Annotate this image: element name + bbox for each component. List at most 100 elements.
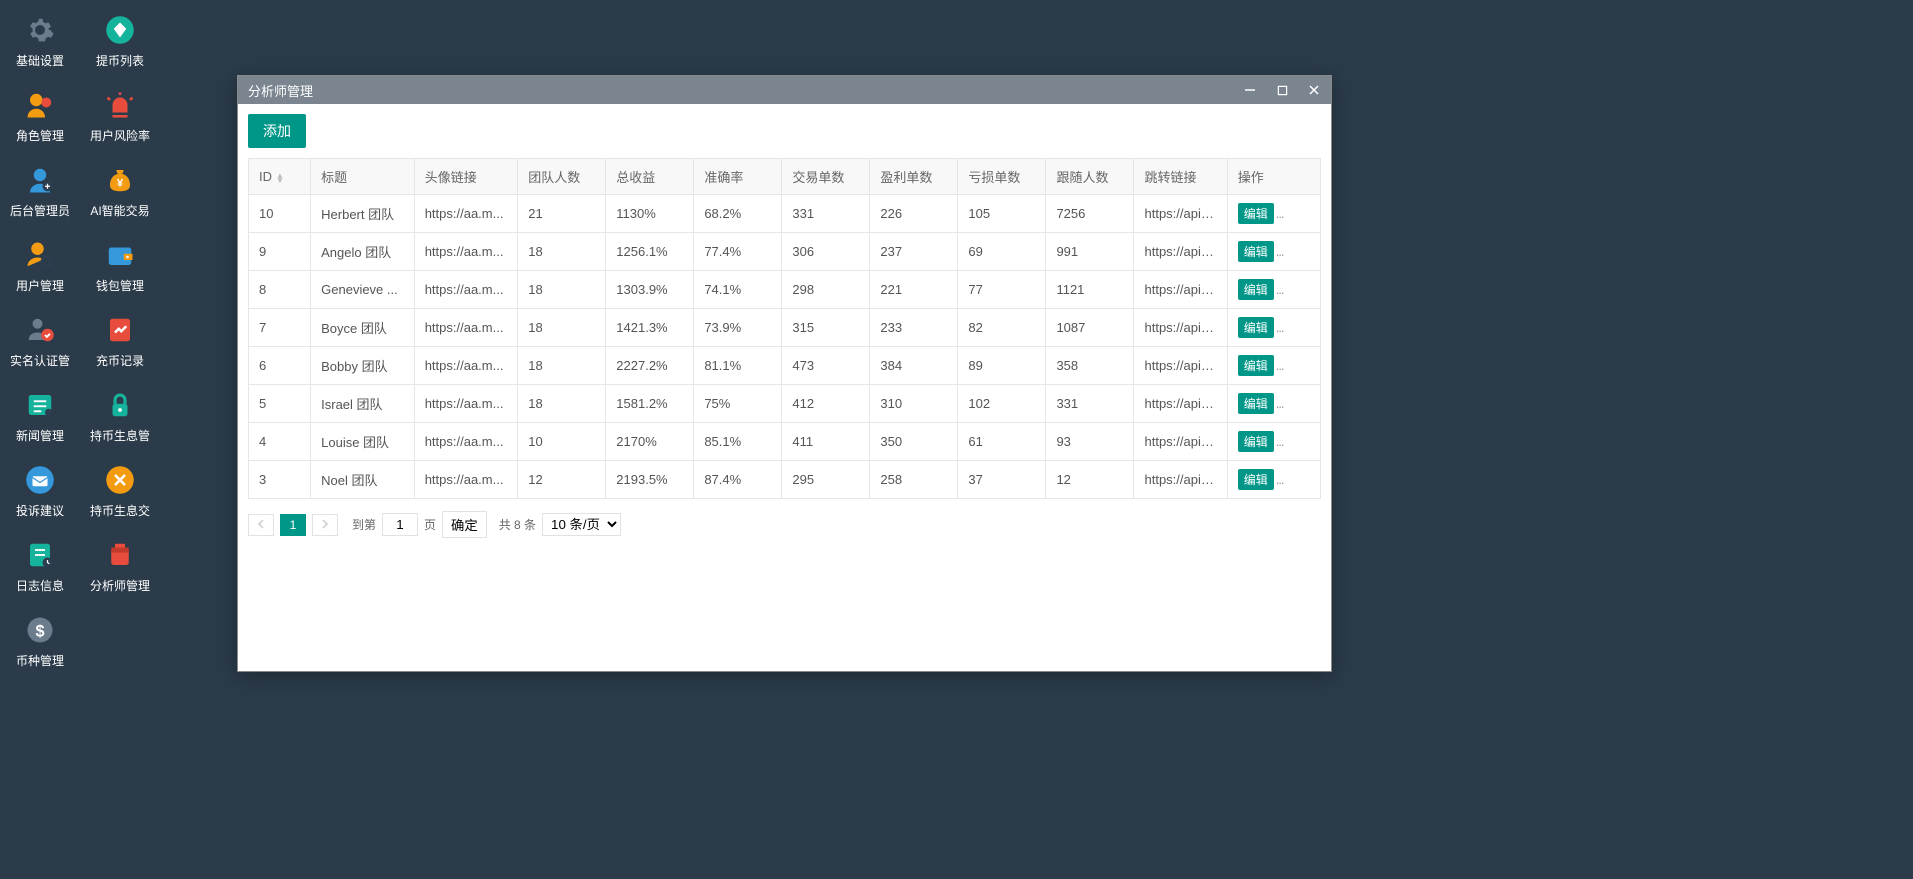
minimize-icon[interactable] [1243, 83, 1257, 97]
prev-page-button[interactable] [248, 514, 274, 536]
table-cell: Noel 团队 [311, 461, 415, 499]
table-cell: https://api.w... [1134, 195, 1227, 233]
sidebar-item-label: 角色管理 [16, 127, 64, 144]
sidebar-item-4[interactable]: 后台管理员 [0, 160, 80, 223]
column-header: 跟随人数 [1046, 159, 1134, 195]
admin-icon [24, 164, 56, 196]
sidebar: 基础设置提币列表角色管理用户风险率后台管理员¥AI智能交易用户管理钱包管理实名认… [0, 0, 160, 683]
add-button[interactable]: 添加 [248, 114, 306, 148]
table-cell: 89 [958, 347, 1046, 385]
sidebar-item-6[interactable]: 用户管理 [0, 235, 80, 298]
window-body: 添加 ID▲▼标题头像链接团队人数总收益准确率交易单数盈利单数亏损单数跟随人数跳… [238, 104, 1331, 671]
sidebar-item-2[interactable]: 角色管理 [0, 85, 80, 148]
table-cell: 7256 [1046, 195, 1134, 233]
table-cell: https://api.w... [1134, 423, 1227, 461]
sort-icon[interactable]: ▲▼ [276, 173, 284, 183]
edit-button[interactable]: 编辑 [1238, 241, 1274, 262]
sidebar-item-9[interactable]: 充币记录 [80, 310, 160, 373]
table-cell: 69 [958, 233, 1046, 271]
per-page-select[interactable]: 10 条/页 [542, 513, 621, 536]
edit-button[interactable]: 编辑 [1238, 393, 1274, 414]
sidebar-item-13[interactable]: 持币生息交 [80, 460, 160, 523]
more-actions-icon[interactable]: ... [1276, 358, 1284, 373]
table-cell: 74.1% [694, 271, 782, 309]
column-header: 标题 [311, 159, 415, 195]
edit-button[interactable]: 编辑 [1238, 279, 1274, 300]
action-cell: 编辑... [1227, 233, 1320, 271]
more-actions-icon[interactable]: ... [1276, 282, 1284, 297]
table-cell: 331 [782, 195, 870, 233]
table-cell: 10 [249, 195, 311, 233]
table-cell: 81.1% [694, 347, 782, 385]
sidebar-item-11[interactable]: 持币生息管 [80, 385, 160, 448]
table-header-row: ID▲▼标题头像链接团队人数总收益准确率交易单数盈利单数亏损单数跟随人数跳转链接… [249, 159, 1321, 195]
more-actions-icon[interactable]: ... [1276, 472, 1284, 487]
table-cell: 3 [249, 461, 311, 499]
sidebar-item-8[interactable]: 实名认证管 [0, 310, 80, 373]
goto-confirm-button[interactable]: 确定 [442, 511, 487, 538]
sidebar-item-12[interactable]: 投诉建议 [0, 460, 80, 523]
table-cell: https://aa.m... [414, 233, 518, 271]
page-1-button[interactable]: 1 [280, 514, 306, 536]
more-actions-icon[interactable]: ... [1276, 434, 1284, 449]
edit-button[interactable]: 编辑 [1238, 317, 1274, 338]
gear-icon [24, 14, 56, 46]
table-cell: Louise 团队 [311, 423, 415, 461]
action-cell: 编辑... [1227, 385, 1320, 423]
table-cell: 21 [518, 195, 606, 233]
table-cell: 75% [694, 385, 782, 423]
analyst-table: ID▲▼标题头像链接团队人数总收益准确率交易单数盈利单数亏损单数跟随人数跳转链接… [248, 158, 1321, 499]
coin-icon: $ [24, 614, 56, 646]
sidebar-item-1[interactable]: 提币列表 [80, 10, 160, 73]
table-cell: 18 [518, 309, 606, 347]
edit-button[interactable]: 编辑 [1238, 431, 1274, 452]
more-actions-icon[interactable]: ... [1276, 320, 1284, 335]
table-cell: 87.4% [694, 461, 782, 499]
table-cell: Bobby 团队 [311, 347, 415, 385]
sidebar-item-5[interactable]: ¥AI智能交易 [80, 160, 160, 223]
more-actions-icon[interactable]: ... [1276, 206, 1284, 221]
action-cell: 编辑... [1227, 423, 1320, 461]
sidebar-item-0[interactable]: 基础设置 [0, 10, 80, 73]
money-bag-icon: ¥ [104, 164, 136, 196]
edit-button[interactable]: 编辑 [1238, 355, 1274, 376]
table-row: 9Angelo 团队https://aa.m...181256.1%77.4%3… [249, 233, 1321, 271]
table-row: 10Herbert 团队https://aa.m...211130%68.2%3… [249, 195, 1321, 233]
sidebar-item-10[interactable]: 新闻管理 [0, 385, 80, 448]
table-cell: 1303.9% [606, 271, 694, 309]
column-header[interactable]: ID▲▼ [249, 159, 311, 195]
chart-icon [104, 314, 136, 346]
sidebar-item-7[interactable]: 钱包管理 [80, 235, 160, 298]
svg-text:¥: ¥ [117, 177, 124, 189]
table-row: 4Louise 团队https://aa.m...102170%85.1%411… [249, 423, 1321, 461]
sidebar-item-3[interactable]: 用户风险率 [80, 85, 160, 148]
goto-page-input[interactable] [382, 513, 418, 536]
more-actions-icon[interactable]: ... [1276, 244, 1284, 259]
column-header: 团队人数 [518, 159, 606, 195]
window-titlebar[interactable]: 分析师管理 [238, 76, 1331, 104]
table-cell: 221 [870, 271, 958, 309]
sidebar-item-14[interactable]: 日志信息 [0, 535, 80, 598]
table-cell: 295 [782, 461, 870, 499]
sidebar-item-16[interactable]: $币种管理 [0, 610, 80, 673]
table-cell: 105 [958, 195, 1046, 233]
edit-button[interactable]: 编辑 [1238, 469, 1274, 490]
table-cell: https://api.w... [1134, 347, 1227, 385]
edit-button[interactable]: 编辑 [1238, 203, 1274, 224]
table-cell: 18 [518, 271, 606, 309]
table-row: 6Bobby 团队https://aa.m...182227.2%81.1%47… [249, 347, 1321, 385]
sidebar-item-15[interactable]: 分析师管理 [80, 535, 160, 598]
next-page-button[interactable] [312, 514, 338, 536]
lock-icon [104, 389, 136, 421]
table-row: 3Noel 团队https://aa.m...122193.5%87.4%295… [249, 461, 1321, 499]
close-icon[interactable] [1307, 83, 1321, 97]
pagination: 1 到第 页 确定 共 8 条 10 条/页 [248, 511, 1321, 538]
column-header: 交易单数 [782, 159, 870, 195]
table-cell: 102 [958, 385, 1046, 423]
diamond-icon [104, 14, 136, 46]
column-header: 总收益 [606, 159, 694, 195]
table-row: 7Boyce 团队https://aa.m...181421.3%73.9%31… [249, 309, 1321, 347]
more-actions-icon[interactable]: ... [1276, 396, 1284, 411]
sidebar-item-label: 充币记录 [96, 352, 144, 369]
maximize-icon[interactable] [1275, 83, 1289, 97]
